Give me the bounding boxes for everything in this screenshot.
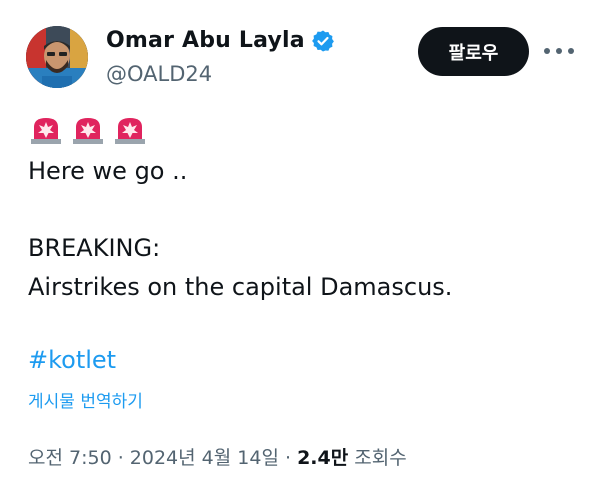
police-car-light-icon <box>31 118 61 144</box>
tweet-meta: 오전 7:50 · 2024년 4월 14일 · 2.4만 조회수 <box>28 443 407 470</box>
meta-separator: · <box>111 447 130 469</box>
verified-badge-icon <box>311 30 334 51</box>
more-horizontal-icon[interactable] <box>541 38 577 64</box>
author-handle[interactable]: @OALD24 <box>106 62 212 86</box>
police-car-light-icon <box>115 118 145 144</box>
translate-post-link[interactable]: 게시물 번역하기 <box>28 387 143 412</box>
author-name[interactable]: Omar Abu Layla <box>106 28 305 53</box>
avatar-photo <box>26 26 88 88</box>
author-name-row[interactable]: Omar Abu Layla <box>106 28 335 53</box>
tweet-text-line: Here we go .. <box>28 157 188 185</box>
meta-separator: · <box>278 447 298 469</box>
avatar[interactable] <box>26 26 88 88</box>
tweet-time[interactable]: 오전 7:50 <box>28 447 112 469</box>
emoji-row <box>30 115 156 145</box>
views-label: 조회수 <box>354 447 407 469</box>
views-count: 2.4만 <box>297 447 349 469</box>
hashtag-link[interactable]: #kotlet <box>28 346 116 374</box>
follow-button[interactable]: 팔로우 <box>418 27 529 76</box>
police-car-light-icon <box>73 118 103 144</box>
tweet-text-line: Airstrikes on the capital Damascus. <box>28 273 453 301</box>
tweet-text-line: BREAKING: <box>28 234 161 262</box>
tweet-date[interactable]: 2024년 4월 14일 <box>130 447 279 469</box>
